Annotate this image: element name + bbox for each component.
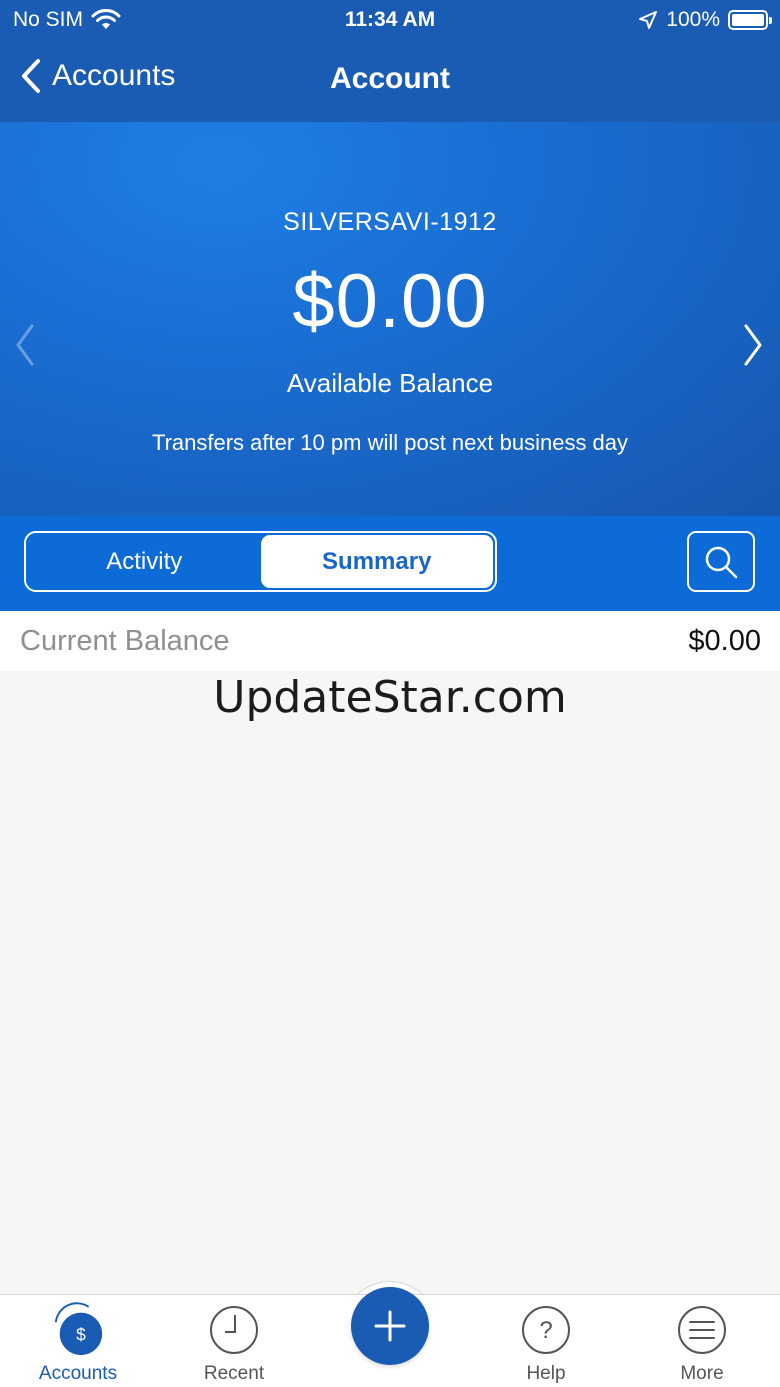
current-balance-value: $0.00	[688, 624, 761, 657]
previous-account-chevron-icon	[16, 324, 34, 366]
watermark-text: UpdateStar.com	[213, 672, 567, 723]
tab-more[interactable]: More	[624, 1295, 780, 1387]
account-hero: SILVERSAVI-1912 $0.00 Available Balance …	[0, 122, 780, 516]
tab-activity[interactable]: Activity	[28, 535, 261, 588]
search-icon	[705, 546, 738, 578]
tab-recent[interactable]: Recent	[156, 1295, 312, 1387]
account-name: SILVERSAVI-1912	[283, 208, 497, 236]
clock-icon	[210, 1306, 258, 1354]
page-title: Account	[330, 62, 450, 95]
help-icon: ?	[522, 1306, 570, 1354]
segment-row: Activity Summary	[0, 516, 780, 611]
search-button[interactable]	[687, 531, 755, 592]
status-bar: No SIM 11:34 AM 100%	[0, 0, 780, 40]
tab-more-label: More	[680, 1363, 724, 1384]
tab-recent-label: Recent	[203, 1363, 265, 1384]
tab-summary[interactable]: Summary	[260, 535, 493, 588]
plus-icon	[374, 1310, 406, 1342]
transfer-note: Transfers after 10 pm will post next bus…	[151, 430, 629, 455]
current-balance-row: Current Balance $0.00	[0, 611, 780, 671]
nav-bar: Accounts Account	[0, 40, 780, 122]
tab-accounts-label: Accounts	[38, 1363, 118, 1384]
tab-help[interactable]: ? Help	[468, 1295, 624, 1387]
available-balance-amount: $0.00	[292, 259, 488, 344]
svg-text:?: ?	[539, 1317, 552, 1344]
accounts-dollar-icon: $	[54, 1302, 103, 1356]
svg-text:$: $	[76, 1325, 86, 1345]
tab-help-label: Help	[526, 1363, 566, 1384]
activity-summary-segmented-control: Activity Summary	[24, 531, 497, 592]
add-action-button[interactable]	[351, 1287, 429, 1365]
menu-icon	[678, 1306, 726, 1354]
battery-percent: 100%	[666, 8, 720, 31]
battery-icon	[728, 10, 772, 30]
tab-accounts[interactable]: $ Accounts	[0, 1295, 156, 1387]
top-header: No SIM 11:34 AM 100% Accounts Account	[0, 0, 780, 122]
current-balance-label: Current Balance	[20, 624, 230, 657]
available-balance-label: Available Balance	[286, 368, 494, 398]
location-arrow-icon	[639, 11, 658, 29]
next-account-chevron-icon[interactable]	[742, 322, 764, 368]
status-right: 100%	[638, 8, 772, 32]
